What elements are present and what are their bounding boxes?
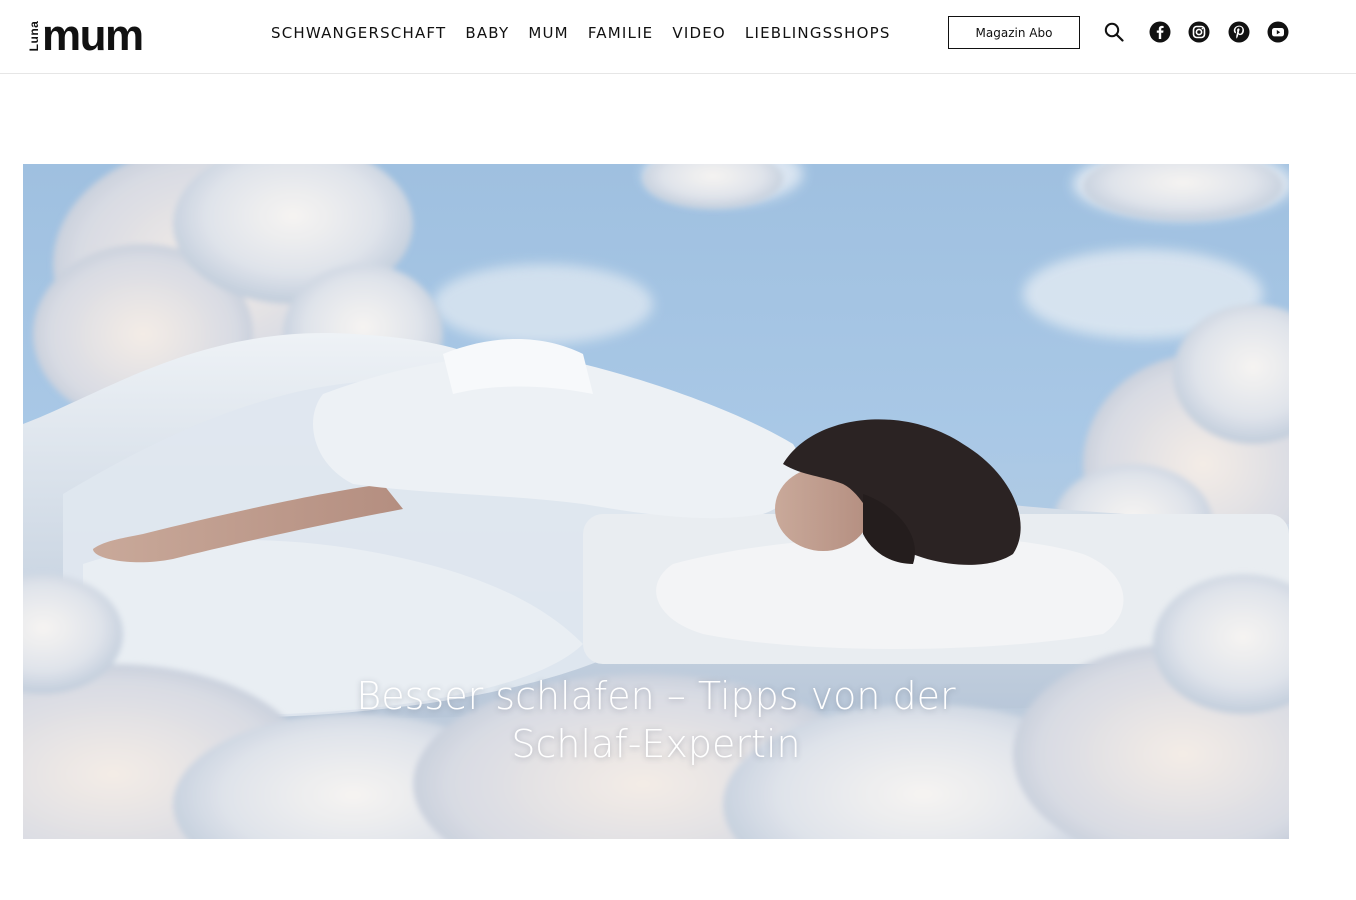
hero-title[interactable]: Besser schlafen – Tipps von der Schlaf-E… xyxy=(23,672,1289,768)
logo-small-text: Luna xyxy=(27,20,41,52)
pinterest-icon[interactable] xyxy=(1228,21,1250,43)
hero-title-line-2: Schlaf-Expertin xyxy=(511,722,801,766)
hero-article[interactable]: Besser schlafen – Tipps von der Schlaf-E… xyxy=(23,164,1289,839)
youtube-icon[interactable] xyxy=(1267,21,1289,43)
site-logo[interactable]: Luna mum xyxy=(27,11,144,60)
nav-item-familie[interactable]: FAMILIE xyxy=(588,22,654,44)
nav-item-video[interactable]: VIDEO xyxy=(672,22,726,44)
logo-main-text: mum xyxy=(42,11,144,60)
hero-title-line-1: Besser schlafen – Tipps von der xyxy=(356,674,956,718)
search-icon[interactable] xyxy=(1103,21,1125,43)
site-header: Luna mum SCHWANGERSCHAFT BABY MUM FAMILI… xyxy=(0,0,1356,74)
main-nav: SCHWANGERSCHAFT BABY MUM FAMILIE VIDEO L… xyxy=(271,22,910,44)
instagram-icon[interactable] xyxy=(1188,21,1210,43)
magazin-abo-button[interactable]: Magazin Abo xyxy=(948,16,1080,49)
nav-item-schwangerschaft[interactable]: SCHWANGERSCHAFT xyxy=(271,22,446,44)
facebook-icon[interactable] xyxy=(1149,21,1171,43)
nav-item-mum[interactable]: MUM xyxy=(528,22,568,44)
nav-item-baby[interactable]: BABY xyxy=(465,22,509,44)
nav-item-lieblingsshops[interactable]: LIEBLINGSSHOPS xyxy=(745,22,891,44)
